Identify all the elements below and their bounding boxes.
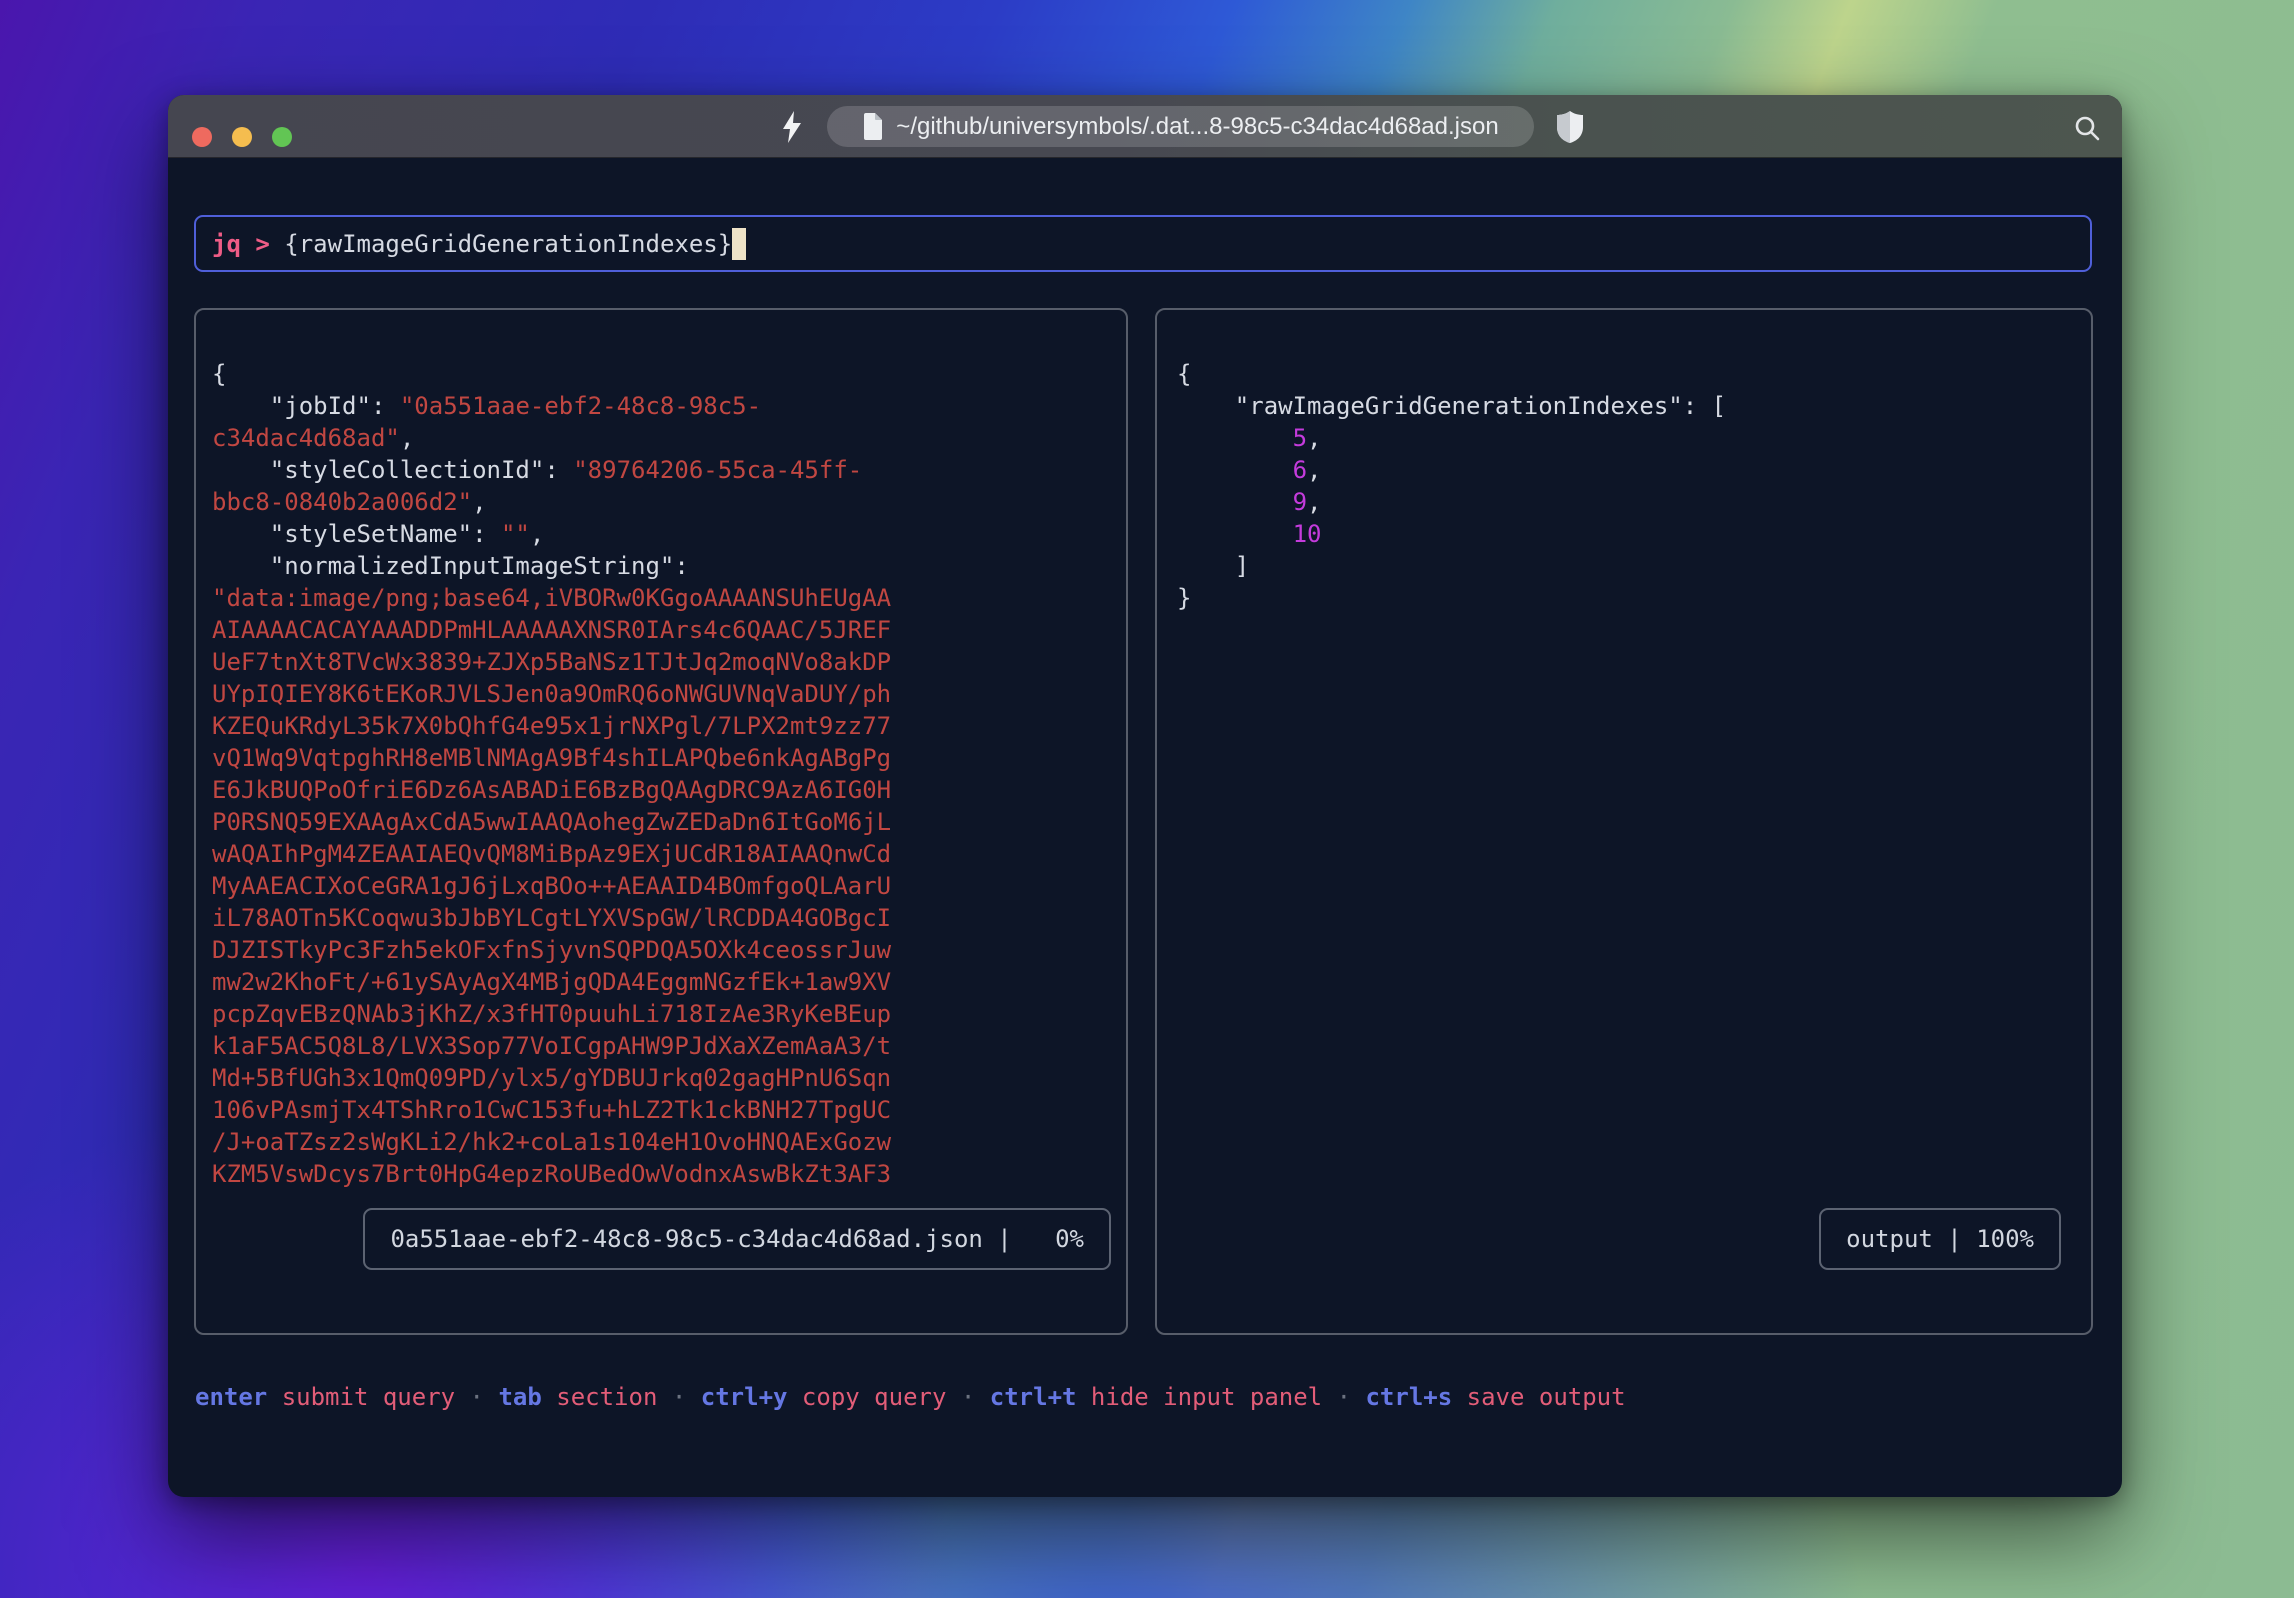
code-line: UYpIQIEY8K6tEKoRJVLSJen0a9OmRQ6oNWGUVNqV…: [212, 678, 1112, 710]
help-description: copy query: [787, 1383, 946, 1411]
file-path: ~/github/universymbols/.dat...8-98c5-c34…: [896, 113, 1498, 141]
traffic-lights: [192, 127, 292, 147]
code-line: {: [1177, 358, 2077, 390]
output-json-panel[interactable]: { "rawImageGridGenerationIndexes": [ 5, …: [1155, 308, 2093, 1335]
code-line: wAQAIhPgM4ZEAAIAEQvQM8MiBpAz9EXjUCdR18AI…: [212, 838, 1112, 870]
help-key: ctrl+t: [990, 1383, 1077, 1411]
code-line: c34dac4d68ad",: [212, 422, 1112, 454]
code-line: vQ1Wq9VqtpghRH8eMBlNMAgA9Bf4shILAPQbe6nk…: [212, 742, 1112, 774]
code-line: pcpZqvEBzQNAb3jKhZ/x3fHT0puuhLi718IzAe3R…: [212, 998, 1112, 1030]
help-separator: ·: [455, 1383, 498, 1411]
help-bar: enter submit query · tab section · ctrl+…: [195, 1381, 1626, 1413]
lightning-icon[interactable]: [780, 111, 804, 143]
code-line: DJZISTkyPc3Fzh5ekOFxfnSjyvnSQPDQA5OXk4ce…: [212, 934, 1112, 966]
shield-icon[interactable]: [1557, 111, 1583, 143]
code-line: {: [212, 358, 1112, 390]
code-line: KZEQuKRdyL35k7X0bQhfG4e95x1jrNXPgl/7LPX2…: [212, 710, 1112, 742]
jq-tui-window: ~/github/universymbols/.dat...8-98c5-c34…: [168, 95, 2122, 1497]
input-json-panel[interactable]: { "jobId": "0a551aae-ebf2-48c8-98c5-c34d…: [194, 308, 1128, 1335]
code-line: "rawImageGridGenerationIndexes": [: [1177, 390, 2077, 422]
code-line: 9,: [1177, 486, 2077, 518]
code-line: }: [1177, 582, 2077, 614]
document-icon: [862, 113, 884, 140]
titlebar[interactable]: ~/github/universymbols/.dat...8-98c5-c34…: [168, 95, 2122, 158]
code-line: 6,: [1177, 454, 2077, 486]
code-line: AIAAAACACAYAAADDPmHLAAAAAXNSR0IArs4c6QAA…: [212, 614, 1112, 646]
code-line: "normalizedInputImageString":: [212, 550, 1112, 582]
code-line: iL78AOTn5KCoqwu3bJbBYLCgtLYXVSpGW/lRCDDA…: [212, 902, 1112, 934]
output-status-badge: output | 100%: [1819, 1208, 2061, 1270]
help-separator: ·: [657, 1383, 700, 1411]
help-description: submit query: [267, 1383, 455, 1411]
help-description: hide input panel: [1076, 1383, 1322, 1411]
code-line: UeF7tnXt8TVcWx3839+ZJXp5BaNSz1TJtJq2moqN…: [212, 646, 1112, 678]
help-separator: ·: [1322, 1383, 1365, 1411]
output-json-code: { "rawImageGridGenerationIndexes": [ 5, …: [1157, 358, 2091, 1333]
code-line: "styleCollectionId": "89764206-55ca-45ff…: [212, 454, 1112, 486]
minimize-button[interactable]: [232, 127, 252, 147]
code-line: E6JkBUQPoOfriE6Dz6AsABADiE6BzBgQAAgDRC9A…: [212, 774, 1112, 806]
help-key: ctrl+y: [701, 1383, 788, 1411]
help-key: ctrl+s: [1365, 1383, 1452, 1411]
query-text: {rawImageGridGenerationIndexes}: [284, 230, 732, 258]
prompt-space2: [270, 230, 284, 258]
query-input[interactable]: jq > {rawImageGridGenerationIndexes}: [194, 215, 2092, 272]
code-line: KZM5VswDcys7Brt0HpG4epzRoUBedOwVodnxAswB…: [212, 1158, 1112, 1190]
code-line: /J+oaTZsz2sWgKLi2/hk2+coLa1s104eH1OvoHNQ…: [212, 1126, 1112, 1158]
help-key: enter: [195, 1383, 267, 1411]
prompt-caret: >: [255, 230, 269, 258]
code-line: bbc8-0840b2a006d2",: [212, 486, 1112, 518]
code-line: P0RSNQ59EXAAgAxCdA5wwIAAQAohegZwZEDaDn6I…: [212, 806, 1112, 838]
close-button[interactable]: [192, 127, 212, 147]
code-line: "jobId": "0a551aae-ebf2-48c8-98c5-: [212, 390, 1112, 422]
help-key: tab: [498, 1383, 541, 1411]
code-line: 106vPAsmjTx4TShRro1CwC153fu+hLZ2Tk1ckBNH…: [212, 1094, 1112, 1126]
code-line: ]: [1177, 550, 2077, 582]
address-pill[interactable]: ~/github/universymbols/.dat...8-98c5-c34…: [827, 106, 1534, 147]
code-line: "data:image/png;base64,iVBORw0KGgoAAAANS…: [212, 582, 1112, 614]
code-line: mw2w2KhoFt/+61ySAyAgX4MBjgQDA4EggmNGzfEk…: [212, 966, 1112, 998]
help-description: section: [542, 1383, 658, 1411]
help-description: save output: [1452, 1383, 1625, 1411]
search-icon[interactable]: [2074, 115, 2100, 141]
input-json-code: { "jobId": "0a551aae-ebf2-48c8-98c5-c34d…: [196, 358, 1126, 1333]
code-line: MyAAEACIXoCeGRA1gJ6jLxqBOo++AEAAID4BOmfg…: [212, 870, 1112, 902]
jq-prompt-label: jq: [212, 230, 241, 258]
help-separator: ·: [946, 1383, 989, 1411]
text-cursor: [732, 228, 746, 260]
code-line: 5,: [1177, 422, 2077, 454]
zoom-button[interactable]: [272, 127, 292, 147]
code-line: k1aF5AC5Q8L8/LVX3Sop77VoICgpAHW9PJdXaXZe…: [212, 1030, 1112, 1062]
input-status-badge: 0a551aae-ebf2-48c8-98c5-c34dac4d68ad.jso…: [363, 1208, 1111, 1270]
code-line: "styleSetName": "",: [212, 518, 1112, 550]
code-line: Md+5BfUGh3x1QmQ09PD/ylx5/gYDBUJrkq02gagH…: [212, 1062, 1112, 1094]
prompt-space: [241, 230, 255, 258]
code-line: 10: [1177, 518, 2077, 550]
